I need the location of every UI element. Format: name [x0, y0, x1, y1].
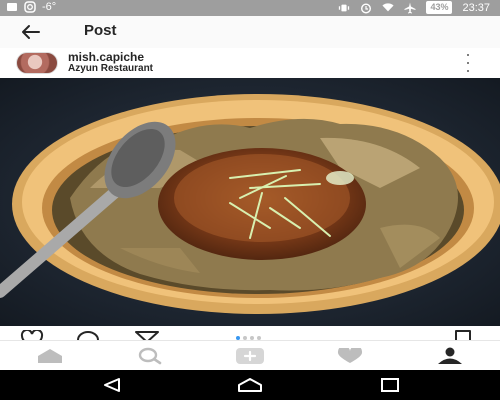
vibrate-icon: [338, 2, 350, 14]
like-button[interactable]: [20, 328, 44, 340]
signal-text: -6°: [42, 1, 57, 13]
nav-activity[interactable]: [300, 341, 400, 371]
bottom-nav: [0, 340, 500, 371]
share-icon: [135, 331, 159, 340]
nav-search[interactable]: [100, 341, 200, 371]
back-triangle-icon: [104, 378, 120, 392]
airplane-icon: [404, 2, 416, 14]
system-back-button[interactable]: [72, 370, 152, 400]
page-title: Post: [84, 22, 117, 39]
alarm-icon: [360, 2, 372, 14]
status-bar: -6° 43% 23:37: [0, 0, 500, 16]
home-icon: [38, 349, 62, 363]
system-nav-bar: [0, 370, 500, 400]
wifi-icon: [382, 2, 395, 14]
nav-add[interactable]: [200, 341, 300, 371]
post-location[interactable]: Azyun Restaurant: [68, 63, 153, 74]
notification-icon: [6, 1, 18, 13]
post-actions: [0, 326, 500, 340]
comment-icon: [77, 331, 99, 340]
back-button[interactable]: [18, 21, 42, 43]
post-username[interactable]: mish.capiche: [68, 50, 144, 64]
bookmark-icon: [455, 330, 471, 340]
status-time: 23:37: [462, 1, 490, 14]
comment-button[interactable]: [76, 330, 100, 340]
profile-icon: [438, 347, 462, 364]
back-arrow-icon: [22, 25, 40, 39]
nav-home[interactable]: [0, 341, 100, 371]
app-bar: Post: [0, 16, 500, 49]
activity-heart-icon: [337, 348, 363, 363]
nav-profile[interactable]: [400, 341, 500, 371]
more-dot-icon: [467, 70, 469, 72]
system-home-button[interactable]: [210, 370, 290, 400]
home-circle-icon: [238, 378, 262, 392]
battery-icon: 43%: [426, 1, 453, 14]
heart-icon: [20, 328, 44, 340]
avatar[interactable]: [16, 52, 58, 74]
more-dot-icon: [467, 54, 469, 56]
more-dot-icon: [467, 62, 469, 64]
post-header: mish.capiche Azyun Restaurant: [0, 48, 500, 78]
food-photo: [0, 78, 500, 326]
system-recents-button[interactable]: [350, 370, 430, 400]
post-image[interactable]: [0, 78, 500, 326]
save-button[interactable]: [454, 330, 472, 340]
recents-square-icon: [381, 378, 399, 392]
share-button[interactable]: [134, 330, 160, 340]
search-icon: [138, 347, 162, 365]
more-options-button[interactable]: [464, 54, 472, 72]
instagram-icon: [24, 1, 36, 13]
add-icon: [236, 348, 264, 364]
